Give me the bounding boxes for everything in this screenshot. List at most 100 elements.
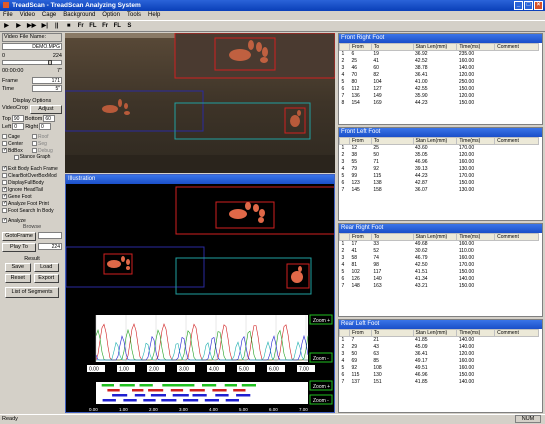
comment-cell[interactable]: [495, 358, 539, 365]
table-row[interactable]: 3 58 74 46.79 160.00: [340, 255, 539, 262]
check-item[interactable]: ✓ Gene Foot: [2, 193, 62, 200]
comment-cell[interactable]: [495, 248, 539, 255]
right-field[interactable]: 0: [39, 123, 52, 130]
table-row[interactable]: 2 41 52 30.62 110.00: [340, 248, 539, 255]
toolbar-button-5[interactable]: ■: [64, 22, 73, 31]
column-header[interactable]: Stan Len(mm): [412, 43, 458, 51]
column-header[interactable]: [339, 137, 350, 145]
check-item[interactable]: Foot Search In Body: [2, 207, 62, 214]
toolbar-button-2[interactable]: ▶▶: [26, 22, 37, 31]
adjust-button[interactable]: Adjust: [29, 105, 62, 114]
zoom-minus-button-1[interactable]: Zoom -: [309, 352, 333, 363]
table-row[interactable]: 6 112 127 42.55 150.00: [340, 86, 539, 93]
frame-slider[interactable]: [2, 60, 62, 65]
comment-cell[interactable]: [495, 283, 539, 290]
table-row[interactable]: 1 6 19 36.92 235.00: [340, 51, 539, 58]
toolbar-button-0[interactable]: ▶: [2, 22, 11, 31]
comment-cell[interactable]: [495, 86, 539, 93]
comment-cell[interactable]: [495, 344, 539, 351]
table-row[interactable]: 1 12 25 43.60 170.00: [340, 145, 539, 152]
table-row[interactable]: 7 148 163 43.21 150.00: [340, 283, 539, 290]
column-header[interactable]: Stan Len(mm): [412, 233, 458, 241]
comment-cell[interactable]: [495, 152, 539, 159]
comment-cell[interactable]: [495, 269, 539, 276]
check-item[interactable]: ClearBotOverBoxMod: [2, 172, 62, 179]
table-row[interactable]: 2 38 50 35.05 120.00: [340, 152, 539, 159]
table-row[interactable]: 4 70 82 36.41 120.00: [340, 72, 539, 79]
check-item[interactable]: ✓ Analyze: [2, 217, 62, 224]
column-header[interactable]: [339, 43, 350, 51]
comment-cell[interactable]: [495, 65, 539, 72]
comment-cell[interactable]: [495, 166, 539, 173]
comment-cell[interactable]: [495, 365, 539, 372]
zoom-minus-button-2[interactable]: Zoom -: [309, 394, 333, 405]
table-row[interactable]: 1 7 21 41.85 140.00: [340, 337, 539, 344]
comment-cell[interactable]: [495, 173, 539, 180]
left-field[interactable]: 0: [12, 123, 25, 130]
column-header[interactable]: From: [348, 233, 372, 241]
checkbox[interactable]: ✓: [2, 187, 7, 192]
checkbox[interactable]: [2, 180, 7, 185]
table-row[interactable]: 6 126 140 41.34 140.00: [340, 276, 539, 283]
checkbox[interactable]: ✓: [2, 166, 7, 171]
toolbar-button-4[interactable]: ||: [52, 22, 61, 31]
table-row[interactable]: 5 80 104 41.00 250.00: [340, 79, 539, 86]
comment-cell[interactable]: [495, 100, 539, 107]
play-to-button[interactable]: Play To: [2, 243, 36, 252]
column-header[interactable]: Comment: [494, 137, 539, 145]
checkbox-cage[interactable]: [2, 134, 7, 139]
comment-cell[interactable]: [495, 145, 539, 152]
column-header[interactable]: To: [370, 329, 414, 337]
check-roof[interactable]: Roof: [32, 133, 62, 140]
menu-background[interactable]: Background: [63, 11, 95, 20]
save-button[interactable]: Save: [5, 263, 31, 272]
table-row[interactable]: 2 29 43 45.09 140.00: [340, 344, 539, 351]
comment-cell[interactable]: [495, 180, 539, 187]
stance-graph-checkbox[interactable]: [13, 155, 19, 160]
frame-field[interactable]: 171: [32, 77, 62, 84]
column-header[interactable]: Stan Len(mm): [412, 329, 458, 337]
comment-cell[interactable]: [495, 351, 539, 358]
table-row[interactable]: 5 102 117 41.51 150.00: [340, 269, 539, 276]
list-segments-button[interactable]: List of Segments: [5, 287, 59, 298]
checkbox-seg[interactable]: [32, 141, 37, 146]
table-row[interactable]: 6 115 130 46.96 150.00: [340, 372, 539, 379]
checkbox[interactable]: [2, 208, 7, 213]
video-frame-view[interactable]: [65, 33, 335, 173]
menu-file[interactable]: File: [3, 11, 13, 20]
toolbar-button-6[interactable]: Fr: [76, 22, 85, 31]
menu-option[interactable]: Option: [102, 11, 120, 20]
comment-cell[interactable]: [495, 255, 539, 262]
comment-cell[interactable]: [495, 72, 539, 79]
play-to-field[interactable]: 224: [38, 243, 62, 250]
toolbar-button-10[interactable]: S: [125, 22, 134, 31]
table-row[interactable]: 4 81 98 42.50 170.00: [340, 262, 539, 269]
checkbox-center[interactable]: [2, 141, 7, 146]
table-row[interactable]: 7 136 149 35.90 120.00: [340, 93, 539, 100]
table-row[interactable]: 6 123 138 42.87 150.00: [340, 180, 539, 187]
time-field[interactable]: 5": [32, 85, 62, 92]
check-item[interactable]: ✓ Exit Body Each Frame: [2, 165, 62, 172]
toolbar-button-8[interactable]: Fr: [101, 22, 110, 31]
comment-cell[interactable]: [495, 93, 539, 100]
table-row[interactable]: 2 25 41 42.52 160.00: [340, 58, 539, 65]
check-debug[interactable]: Debug: [32, 147, 62, 154]
comment-cell[interactable]: [495, 262, 539, 269]
comment-cell[interactable]: [495, 337, 539, 344]
column-header[interactable]: Comment: [494, 329, 539, 337]
toolbar-button-1[interactable]: ▶: [14, 22, 23, 31]
table-row[interactable]: 7 137 151 41.85 140.00: [340, 379, 539, 386]
comment-cell[interactable]: [495, 58, 539, 65]
comment-cell[interactable]: [495, 159, 539, 166]
table-row[interactable]: 3 55 71 46.96 160.00: [340, 159, 539, 166]
top-field[interactable]: 90: [11, 115, 24, 122]
frame-slider-thumb[interactable]: [48, 60, 52, 65]
column-header[interactable]: Comment: [494, 233, 539, 241]
checkbox[interactable]: [2, 173, 7, 178]
column-header[interactable]: To: [370, 43, 414, 51]
comment-cell[interactable]: [495, 276, 539, 283]
bottom-field[interactable]: 60: [43, 115, 56, 122]
menu-video[interactable]: Video: [20, 11, 35, 20]
column-header[interactable]: [339, 233, 350, 241]
column-header[interactable]: To: [370, 233, 414, 241]
